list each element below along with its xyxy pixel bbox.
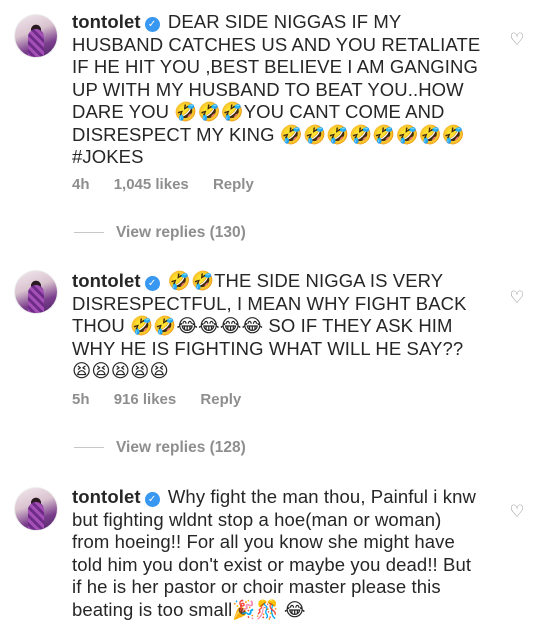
heart-outline-icon[interactable]: ♡ [509, 289, 525, 306]
divider-line [74, 447, 104, 449]
comment-body: tontolet ✓ Why fight the man thou, Painfu… [72, 486, 482, 621]
reply-button[interactable]: Reply [213, 176, 254, 193]
heart-outline-icon[interactable]: ♡ [509, 31, 525, 48]
heart-outline-icon[interactable]: ♡ [509, 503, 525, 520]
verified-badge-icon: ✓ [144, 276, 160, 291]
divider-line [74, 232, 104, 234]
comment-username[interactable]: tontolet [72, 11, 141, 32]
view-replies-button[interactable]: View replies (130) [72, 224, 246, 242]
view-replies-button[interactable]: View replies (128) [72, 439, 246, 457]
avatar[interactable] [14, 487, 58, 531]
verified-badge-icon: ✓ [144, 17, 160, 32]
comment-meta: 5h 916 likes Reply [72, 391, 261, 408]
comment-time: 4h [72, 176, 90, 193]
comment-body: tontolet ✓ 🤣🤣THE SIDE NIGGA IS VERY DISRE… [72, 270, 482, 383]
comment-meta: 4h 1,045 likes Reply [72, 176, 274, 193]
comment-time: 5h [72, 391, 90, 408]
view-replies-label: View replies (128) [116, 439, 246, 456]
avatar[interactable] [14, 14, 58, 58]
comment-username[interactable]: tontolet [72, 270, 141, 291]
comment-body: tontolet ✓ DEAR SIDE NIGGAS IF MY HUSBAND… [72, 11, 482, 169]
verified-badge-icon: ✓ [144, 492, 160, 507]
comment-username[interactable]: tontolet [72, 486, 141, 507]
avatar[interactable] [14, 270, 58, 314]
comment-likes[interactable]: 1,045 likes [114, 176, 189, 193]
reply-button[interactable]: Reply [200, 391, 241, 408]
comment-text: DEAR SIDE NIGGAS IF MY HUSBAND CATCHES U… [72, 11, 481, 167]
view-replies-label: View replies (130) [116, 224, 246, 241]
comment-likes[interactable]: 916 likes [114, 391, 177, 408]
